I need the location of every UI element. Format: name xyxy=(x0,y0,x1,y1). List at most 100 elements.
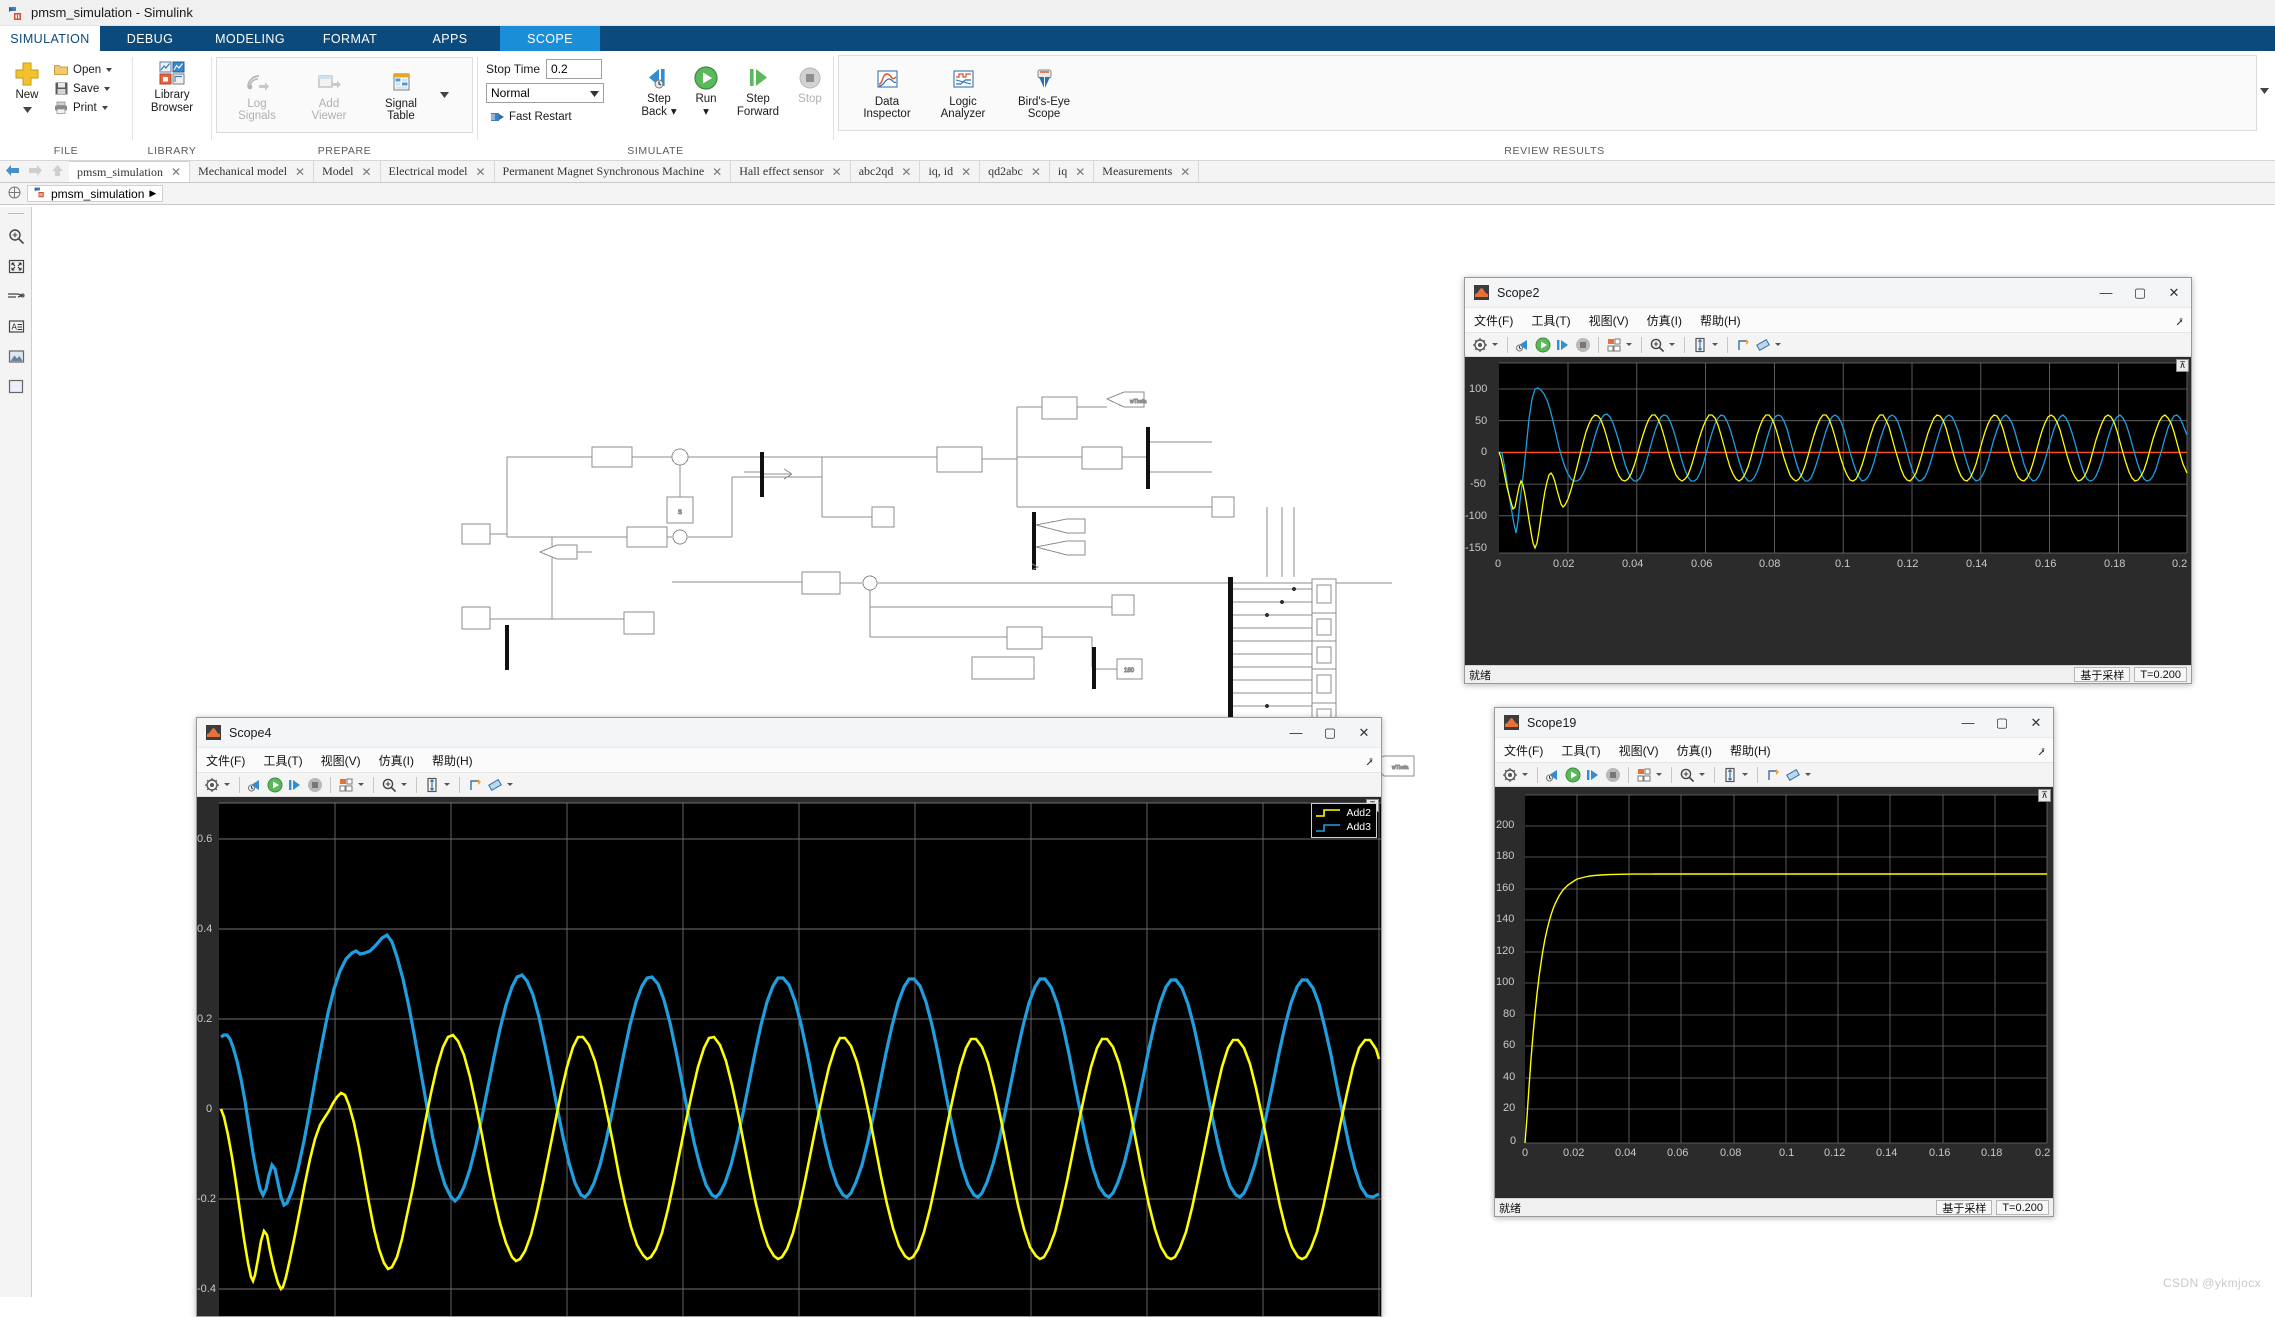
zoom-in-icon[interactable] xyxy=(380,776,398,794)
menu-help[interactable]: 帮助(H) xyxy=(1700,312,1741,329)
measure-caret-icon[interactable] xyxy=(1775,343,1781,346)
close-icon[interactable]: ✕ xyxy=(295,165,305,179)
step-back-caret-icon[interactable]: ▾ xyxy=(671,106,677,119)
doc-tab-measurements[interactable]: Measurements ✕ xyxy=(1094,161,1200,182)
back-arrow-icon[interactable] xyxy=(5,164,20,180)
close-icon[interactable]: ✕ xyxy=(1075,165,1085,179)
autoscale-caret-icon[interactable] xyxy=(444,783,450,786)
stop-icon[interactable] xyxy=(1604,766,1622,784)
configuration-properties-icon[interactable] xyxy=(203,776,221,794)
close-icon[interactable]: ✕ xyxy=(712,165,722,179)
scope-window-scope19[interactable]: Scope19 — ▢ ✕ 文件(F) 工具(T) 视图(V) 仿真(I) 帮助… xyxy=(1494,707,2054,1217)
stop-icon[interactable] xyxy=(306,776,324,794)
close-icon[interactable]: ✕ xyxy=(171,165,181,179)
zoom-caret-icon[interactable] xyxy=(1669,343,1675,346)
zoom-caret-icon[interactable] xyxy=(1699,773,1705,776)
review-more-button[interactable] xyxy=(2257,51,2271,131)
menu-tools[interactable]: 工具(T) xyxy=(1561,742,1600,759)
open-button[interactable]: Open xyxy=(50,60,115,79)
scope4-plot-area[interactable]: ⊼ Add2 A xyxy=(197,797,1381,1316)
configuration-properties-icon[interactable] xyxy=(1471,336,1489,354)
doc-tab-electrical-model[interactable]: Electrical model ✕ xyxy=(380,161,495,182)
maximize-icon[interactable]: ▢ xyxy=(1313,718,1347,748)
close-icon[interactable]: ✕ xyxy=(361,165,371,179)
doc-tab-qd2abc[interactable]: qd2abc ✕ xyxy=(980,161,1050,182)
simulation-mode-select[interactable]: Normal xyxy=(486,83,604,103)
doc-tab-pmsm-simulation[interactable]: pmsm_simulation ✕ xyxy=(69,161,191,182)
cursor-measurements-icon[interactable] xyxy=(1764,766,1782,784)
legend-label-add2[interactable]: Add2 xyxy=(1346,808,1371,819)
step-forward-button[interactable]: Step Forward xyxy=(729,61,787,120)
birds-eye-scope-button[interactable]: Bird's-Eye Scope xyxy=(1001,64,1087,123)
ribbon-tab-apps[interactable]: APPS xyxy=(400,26,500,51)
step-forward-icon[interactable] xyxy=(286,776,304,794)
new-dropdown-caret-icon[interactable] xyxy=(22,104,32,116)
run-icon[interactable] xyxy=(266,776,284,794)
minimize-icon[interactable]: — xyxy=(1279,718,1313,748)
layout-icon[interactable] xyxy=(1635,766,1653,784)
maximize-icon[interactable]: ▢ xyxy=(2123,278,2157,308)
cursor-measurements-icon[interactable] xyxy=(466,776,484,794)
stop-button[interactable]: Stop xyxy=(787,61,833,120)
save-button[interactable]: Save xyxy=(50,79,115,98)
doc-tab-model[interactable]: Model ✕ xyxy=(314,161,381,182)
ribbon-tab-format[interactable]: FORMAT xyxy=(300,26,400,51)
add-viewer-button[interactable]: Add Viewer xyxy=(293,66,365,125)
autoscale-icon[interactable] xyxy=(1721,766,1739,784)
open-caret-icon[interactable] xyxy=(106,67,113,72)
layout-caret-icon[interactable] xyxy=(358,783,364,786)
configuration-properties-icon[interactable] xyxy=(1501,766,1519,784)
step-forward-icon[interactable] xyxy=(1584,766,1602,784)
zoom-in-icon[interactable] xyxy=(1648,336,1666,354)
print-caret-icon[interactable] xyxy=(101,105,108,110)
dock-arrow-icon[interactable]: ⭷ xyxy=(1366,754,1373,773)
menu-tools[interactable]: 工具(T) xyxy=(263,752,302,769)
pin-icon[interactable]: ⊼ xyxy=(2176,359,2189,372)
doc-tab-iq-id[interactable]: iq, id ✕ xyxy=(920,161,981,182)
menu-file[interactable]: 文件(F) xyxy=(1474,312,1513,329)
scope19-plot-area[interactable]: ⊼ 200 180 160 140 120 100 80 60 40 20 0 … xyxy=(1495,787,2053,1198)
menu-file[interactable]: 文件(F) xyxy=(206,752,245,769)
run-icon[interactable] xyxy=(1534,336,1552,354)
menu-view[interactable]: 视图(V) xyxy=(1589,312,1629,329)
area-icon[interactable] xyxy=(0,371,32,401)
library-browser-button[interactable]: Library Browser xyxy=(145,57,199,116)
prepare-more-button[interactable] xyxy=(437,57,451,133)
close-icon[interactable]: ✕ xyxy=(961,165,971,179)
menu-view[interactable]: 视图(V) xyxy=(1619,742,1659,759)
log-signals-button[interactable]: Log Signals xyxy=(221,66,293,125)
menu-tools[interactable]: 工具(T) xyxy=(1531,312,1570,329)
scope4-legend[interactable]: Add2 Add3 xyxy=(1311,803,1377,838)
signal-routing-icon[interactable] xyxy=(0,281,32,311)
fast-restart-button[interactable]: Fast Restart xyxy=(486,107,635,126)
breadcrumb-item-pmsm-simulation[interactable]: pmsm_simulation ▶ xyxy=(27,185,164,202)
run-to-time-icon[interactable] xyxy=(1514,336,1532,354)
layout-icon[interactable] xyxy=(337,776,355,794)
stop-time-input[interactable] xyxy=(546,59,603,79)
menu-simulation[interactable]: 仿真(I) xyxy=(1647,312,1682,329)
config-caret-icon[interactable] xyxy=(1522,773,1528,776)
measurements-icon[interactable] xyxy=(1754,336,1772,354)
dock-arrow-icon[interactable]: ⭷ xyxy=(2038,744,2045,763)
up-arrow-icon[interactable] xyxy=(51,164,64,180)
run-to-time-icon[interactable] xyxy=(246,776,264,794)
measure-caret-icon[interactable] xyxy=(1805,773,1811,776)
forward-arrow-icon[interactable] xyxy=(28,164,43,180)
close-icon[interactable]: ✕ xyxy=(2019,708,2053,738)
run-caret-icon[interactable]: ▾ xyxy=(703,106,709,118)
run-icon[interactable] xyxy=(1564,766,1582,784)
step-forward-icon[interactable] xyxy=(1554,336,1572,354)
autoscale-icon[interactable] xyxy=(423,776,441,794)
legend-label-add3[interactable]: Add3 xyxy=(1346,822,1371,833)
close-icon[interactable]: ✕ xyxy=(475,165,485,179)
zoom-icon[interactable] xyxy=(0,221,32,251)
new-button[interactable]: New xyxy=(4,57,50,118)
scope-window-scope4[interactable]: Scope4 — ▢ ✕ 文件(F) 工具(T) 视图(V) 仿真(I) 帮助(… xyxy=(196,717,1382,1317)
menu-simulation[interactable]: 仿真(I) xyxy=(1677,742,1712,759)
cursor-measurements-icon[interactable] xyxy=(1734,336,1752,354)
ribbon-tab-modeling[interactable]: MODELING xyxy=(200,26,300,51)
zoom-in-icon[interactable] xyxy=(1678,766,1696,784)
signal-table-button[interactable]: Signal Table xyxy=(365,66,437,125)
save-caret-icon[interactable] xyxy=(104,86,111,91)
annotation-icon[interactable]: A xyxy=(0,311,32,341)
